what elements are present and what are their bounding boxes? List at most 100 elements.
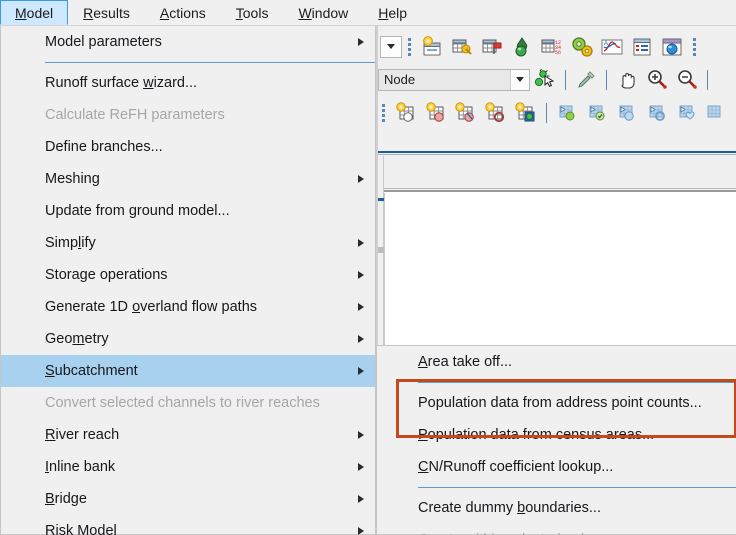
chevron-down-icon[interactable] bbox=[510, 69, 529, 90]
grid-sun-ring-icon[interactable] bbox=[483, 100, 509, 126]
subcatchment-submenu: Area take off... Population data from ad… bbox=[376, 345, 736, 535]
menu-item-label: Meshing bbox=[45, 171, 100, 187]
chevron-down-icon bbox=[387, 44, 395, 49]
toolbar-grip-handle[interactable] bbox=[405, 36, 414, 58]
toolbar-separator bbox=[546, 102, 547, 123]
scrollbar-thumb[interactable] bbox=[377, 247, 384, 253]
menu-item-label: Bridge bbox=[45, 491, 87, 507]
select-node-cursor-icon[interactable] bbox=[532, 67, 558, 93]
chevron-right-icon bbox=[358, 38, 364, 46]
menubar-item-help[interactable]: Help bbox=[363, 0, 422, 25]
grid-flag-icon[interactable] bbox=[479, 34, 505, 60]
grid-key-icon[interactable] bbox=[449, 34, 475, 60]
chevron-right-icon bbox=[358, 495, 364, 503]
grid-play-ring-icon[interactable] bbox=[644, 100, 670, 126]
menu-item-label: Define branches... bbox=[45, 139, 163, 155]
menu-item-generate-1d-overland-flow-paths[interactable]: Generate 1D overland flow paths bbox=[1, 291, 375, 323]
list-table-icon[interactable] bbox=[629, 34, 655, 60]
ink-drop-icon[interactable] bbox=[509, 34, 535, 60]
menubar-item-window[interactable]: Window bbox=[283, 0, 363, 25]
grid-sun-circle-icon[interactable] bbox=[393, 100, 419, 126]
grid-sun-pin-icon[interactable] bbox=[453, 100, 479, 126]
pipette-icon[interactable] bbox=[573, 67, 599, 93]
toolbar-row-3 bbox=[376, 96, 736, 129]
menubar-item-actions[interactable]: Actions bbox=[145, 0, 221, 25]
chart-curve-icon[interactable]: A bbox=[599, 34, 625, 60]
grid-play-circle-icon[interactable] bbox=[554, 100, 580, 126]
toolbar-divider-blue bbox=[378, 151, 736, 153]
menubar-item-model[interactable]: Model bbox=[0, 0, 69, 25]
settings-window-icon[interactable] bbox=[419, 34, 445, 60]
menu-item-geometry[interactable]: Geometry bbox=[1, 323, 375, 355]
menu-item-runoff-surface-wizard[interactable]: Runoff surface wizard... bbox=[1, 67, 375, 99]
menubar-item-results[interactable]: Results bbox=[68, 0, 145, 25]
menu-item-label: Inline bank bbox=[45, 459, 116, 475]
scrollbar-marker bbox=[377, 198, 384, 201]
menu-item-label: Risk Model bbox=[45, 523, 117, 535]
toolbar-separator bbox=[565, 69, 566, 90]
toolbar-grip-handle[interactable] bbox=[379, 102, 388, 124]
gears-icon[interactable] bbox=[569, 34, 595, 60]
submenu-item-label: Create dummy boundaries... bbox=[418, 500, 601, 516]
menu-item-label: Calculate ReFH parameters bbox=[45, 107, 225, 123]
submenu-item-label: Area take off... bbox=[418, 354, 513, 370]
chevron-right-icon bbox=[358, 367, 364, 375]
menubar-item-tools[interactable]: Tools bbox=[221, 0, 284, 25]
toolbar-grip-handle-end[interactable] bbox=[690, 36, 699, 58]
toolbar-separator bbox=[707, 69, 708, 90]
menu-item-calculate-refh-parameters: Calculate ReFH parameters bbox=[1, 99, 375, 131]
menu-item-label: Runoff surface wizard... bbox=[45, 75, 198, 91]
menu-item-risk-model[interactable]: Risk Model bbox=[1, 515, 375, 535]
application-window: 12 34 56 A Node Model Results Actions To… bbox=[0, 0, 736, 535]
toolbar-region: 12 34 56 A Node bbox=[376, 26, 736, 190]
grid-play-shape-icon[interactable] bbox=[614, 100, 640, 126]
submenu-item-cn-runoff-coefficient-lookup[interactable]: CN/Runoff coefficient lookup... bbox=[377, 451, 736, 483]
submenu-item-label: Population data from address point count… bbox=[418, 395, 702, 411]
chevron-right-icon bbox=[358, 431, 364, 439]
grid-play-heart-icon[interactable] bbox=[674, 100, 700, 126]
menu-item-bridge[interactable]: Bridge bbox=[1, 483, 375, 515]
chevron-right-icon bbox=[358, 463, 364, 471]
menu-item-river-reach[interactable]: River reach bbox=[1, 419, 375, 451]
menu-item-inline-bank[interactable]: Inline bank bbox=[1, 451, 375, 483]
menu-item-update-from-ground-model[interactable]: Update from ground model... bbox=[1, 195, 375, 227]
menu-item-meshing[interactable]: Meshing bbox=[1, 163, 375, 195]
menu-bar: Model Results Actions Tools Window Help bbox=[0, 0, 736, 26]
window-sphere-icon[interactable] bbox=[659, 34, 685, 60]
submenu-item-label: Population data from census areas... bbox=[418, 427, 655, 443]
chevron-right-icon bbox=[358, 527, 364, 535]
grid-numbers-icon[interactable]: 12 34 56 bbox=[539, 34, 565, 60]
submenu-item-create-dummy-boundaries[interactable]: Create dummy boundaries... bbox=[377, 492, 736, 524]
chevron-right-icon bbox=[358, 335, 364, 343]
grid-sun-hex-icon[interactable] bbox=[423, 100, 449, 126]
toolbar-overflow-dropdown[interactable] bbox=[380, 35, 402, 58]
menu-item-simplify[interactable]: Simplify bbox=[1, 227, 375, 259]
toolbar-divider-blue-shadow bbox=[378, 154, 736, 155]
submenu-item-population-data-from-census-areas[interactable]: Population data from census areas... bbox=[377, 419, 736, 451]
grid-play-check-icon[interactable] bbox=[584, 100, 610, 126]
toolbar-row-2: Node bbox=[376, 63, 736, 96]
submenu-item-population-data-from-address-point-counts[interactable]: Population data from address point count… bbox=[377, 387, 736, 419]
grid-play-extra-icon[interactable] bbox=[704, 100, 730, 126]
chevron-right-icon bbox=[358, 175, 364, 183]
menu-separator bbox=[1, 58, 375, 67]
menu-item-label: River reach bbox=[45, 427, 120, 443]
submenu-separator bbox=[377, 483, 736, 492]
menu-panel-edge bbox=[376, 26, 378, 345]
zoom-in-icon[interactable] bbox=[644, 67, 670, 93]
grid-sun-globe-icon[interactable] bbox=[513, 100, 539, 126]
menu-item-label: Subcatchment bbox=[45, 363, 138, 379]
toolbar-row-1: 12 34 56 A bbox=[376, 30, 736, 63]
menu-item-label: Model parameters bbox=[45, 34, 162, 50]
submenu-item-area-take-off[interactable]: Area take off... bbox=[377, 346, 736, 378]
menu-item-convert-selected-channels-to-river-reaches: Convert selected channels to river reach… bbox=[1, 387, 375, 419]
menu-item-model-parameters[interactable]: Model parameters bbox=[1, 26, 375, 58]
element-type-combo[interactable]: Node bbox=[378, 68, 530, 91]
menu-item-define-branches[interactable]: Define branches... bbox=[1, 131, 375, 163]
pan-hand-icon[interactable] bbox=[614, 67, 640, 93]
menu-item-storage-operations[interactable]: Storage operations bbox=[1, 259, 375, 291]
menu-item-subcatchment[interactable]: Subcatchment bbox=[1, 355, 375, 387]
toolbar-separator bbox=[606, 69, 607, 90]
zoom-out-icon[interactable] bbox=[674, 67, 700, 93]
svg-text:56: 56 bbox=[555, 50, 561, 56]
